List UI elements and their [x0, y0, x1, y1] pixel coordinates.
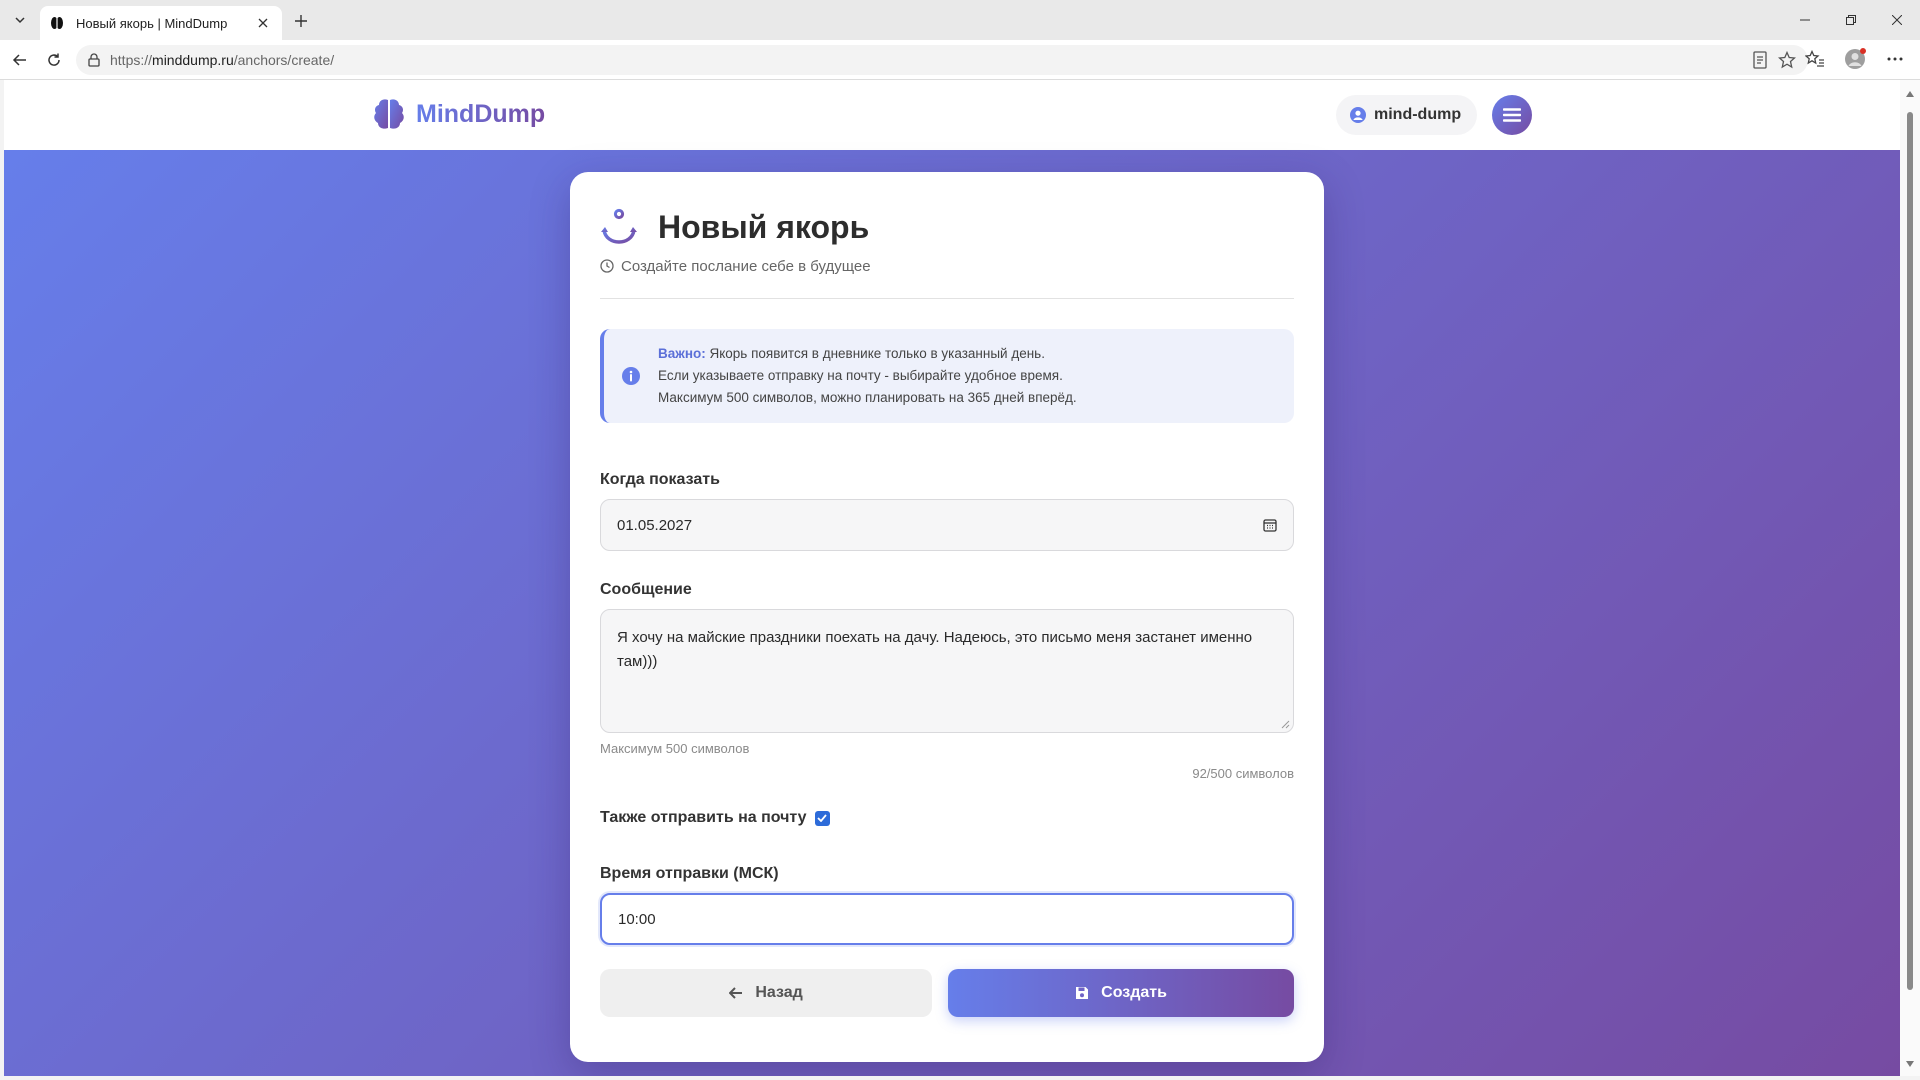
- message-textarea[interactable]: Я хочу на майские праздники поехать на д…: [600, 609, 1294, 733]
- char-counter: 92/500 символов: [1192, 766, 1294, 781]
- back-nav-button[interactable]: [8, 48, 32, 72]
- scroll-down-arrow-icon[interactable]: [1904, 1058, 1916, 1070]
- card-header: Новый якорь: [600, 202, 1294, 252]
- alert-line-1: Якорь появится в дневнике только в указа…: [705, 346, 1045, 361]
- close-window-button[interactable]: [1874, 0, 1920, 40]
- subtitle-text: Создайте послание себе в будущее: [621, 257, 871, 275]
- alert-important-label: Важно:: [658, 346, 706, 361]
- alert-line-3: Максимум 500 символов, можно планировать…: [658, 390, 1077, 405]
- checkmark-icon: [817, 814, 827, 822]
- arrow-left-icon: [729, 985, 745, 1001]
- address-bar-actions: [1752, 50, 1797, 74]
- resize-handle-icon[interactable]: [1280, 719, 1290, 729]
- tab-list-dropdown-button[interactable]: [6, 8, 34, 32]
- new-tab-button[interactable]: [288, 8, 314, 34]
- close-icon: [1892, 15, 1902, 25]
- scrollbar-thumb[interactable]: [1907, 112, 1913, 990]
- clock-icon: [600, 259, 614, 273]
- main-menu-button[interactable]: [1492, 95, 1532, 135]
- page-title: Новый якорь: [658, 208, 870, 245]
- user-circle-icon: [1350, 107, 1366, 123]
- time-label: Время отправки (МСК): [600, 865, 779, 882]
- page-scrollbar[interactable]: [1900, 80, 1920, 1076]
- close-tab-icon[interactable]: [254, 14, 272, 32]
- brain-logo-icon: [374, 99, 404, 129]
- site-info-icon[interactable]: [88, 53, 102, 67]
- page-viewport: MindDump mind-dump Новый якорь Создайте …: [4, 80, 1900, 1076]
- site-logo[interactable]: MindDump: [372, 97, 545, 131]
- create-button-label: Создать: [1101, 984, 1167, 1001]
- browser-tab-active[interactable]: Новый якорь | MindDump: [40, 6, 282, 40]
- url-text: https://minddump.ru/anchors/create/: [110, 52, 335, 68]
- minimize-button[interactable]: [1782, 0, 1828, 40]
- reload-icon: [48, 53, 60, 66]
- form-actions: Назад Создать: [600, 969, 1294, 1017]
- message-value: Я хочу на майские праздники поехать на д…: [617, 629, 1253, 670]
- date-value: 01.05.2027: [617, 516, 693, 534]
- favorites-button[interactable]: [1802, 46, 1828, 72]
- info-circle-icon: [622, 367, 640, 385]
- site-header: MindDump mind-dump: [4, 80, 1900, 150]
- date-label: Когда показать: [600, 471, 720, 488]
- email-checkbox-label[interactable]: Также отправить на почту: [600, 809, 807, 827]
- arrow-left-icon: [12, 54, 26, 66]
- plus-icon: [295, 15, 307, 27]
- hamburger-menu-icon: [1503, 108, 1521, 122]
- info-alert: Важно: Якорь появится в дневнике только …: [600, 329, 1294, 423]
- favorites-list-icon: [1805, 50, 1824, 67]
- back-button-label: Назад: [755, 984, 803, 1001]
- browser-tab-bar: Новый якорь | MindDump: [0, 0, 1920, 40]
- email-option-row: Также отправить на почту: [600, 809, 1294, 827]
- back-button[interactable]: Назад: [600, 969, 933, 1017]
- save-icon: [1075, 985, 1091, 1001]
- browser-toolbar: https://minddump.ru/anchors/create/: [0, 40, 1920, 80]
- create-anchor-card: Новый якорь Создайте послание себе в буд…: [570, 172, 1324, 1062]
- minimize-icon: [1800, 19, 1810, 21]
- time-value: 10:00: [618, 910, 656, 928]
- browser-tools: [1802, 46, 1908, 72]
- create-button[interactable]: Создать: [948, 969, 1294, 1017]
- username: mind-dump: [1374, 106, 1462, 123]
- brain-favicon-icon: [50, 15, 66, 31]
- favorite-star-icon[interactable]: [1777, 50, 1797, 74]
- reader-mode-icon[interactable]: [1752, 51, 1768, 74]
- time-input[interactable]: 10:00: [600, 893, 1294, 945]
- address-bar-input[interactable]: https://minddump.ru/anchors/create/: [76, 45, 1808, 75]
- restore-button[interactable]: [1828, 0, 1874, 40]
- logo-text: MindDump: [416, 99, 546, 128]
- reload-button[interactable]: [42, 48, 66, 72]
- chevron-down-icon: [15, 17, 25, 24]
- alert-text: Важно: Якорь появится в дневнике только …: [658, 343, 1077, 409]
- alert-line-2: Если указываете отправку на почту - выби…: [658, 368, 1063, 383]
- message-label: Сообщение: [600, 581, 692, 598]
- date-input[interactable]: 01.05.2027: [600, 499, 1294, 551]
- tab-title: Новый якорь | MindDump: [76, 15, 228, 31]
- notification-dot: [1860, 48, 1866, 54]
- restore-icon: [1846, 15, 1856, 25]
- header-divider: [600, 298, 1294, 299]
- email-checkbox[interactable]: [814, 810, 830, 826]
- calendar-icon[interactable]: [1263, 518, 1277, 532]
- settings-more-button[interactable]: [1882, 46, 1908, 72]
- profile-button[interactable]: [1842, 46, 1868, 72]
- scroll-up-arrow-icon[interactable]: [1904, 88, 1916, 100]
- window-controls: [1782, 0, 1920, 40]
- user-profile-link[interactable]: mind-dump: [1336, 95, 1478, 135]
- card-subtitle: Создайте послание себе в будущее: [600, 256, 1294, 276]
- more-dots-icon: [1887, 57, 1903, 61]
- anchor-icon: [601, 208, 637, 244]
- message-hint: Максимум 500 символов: [600, 741, 750, 756]
